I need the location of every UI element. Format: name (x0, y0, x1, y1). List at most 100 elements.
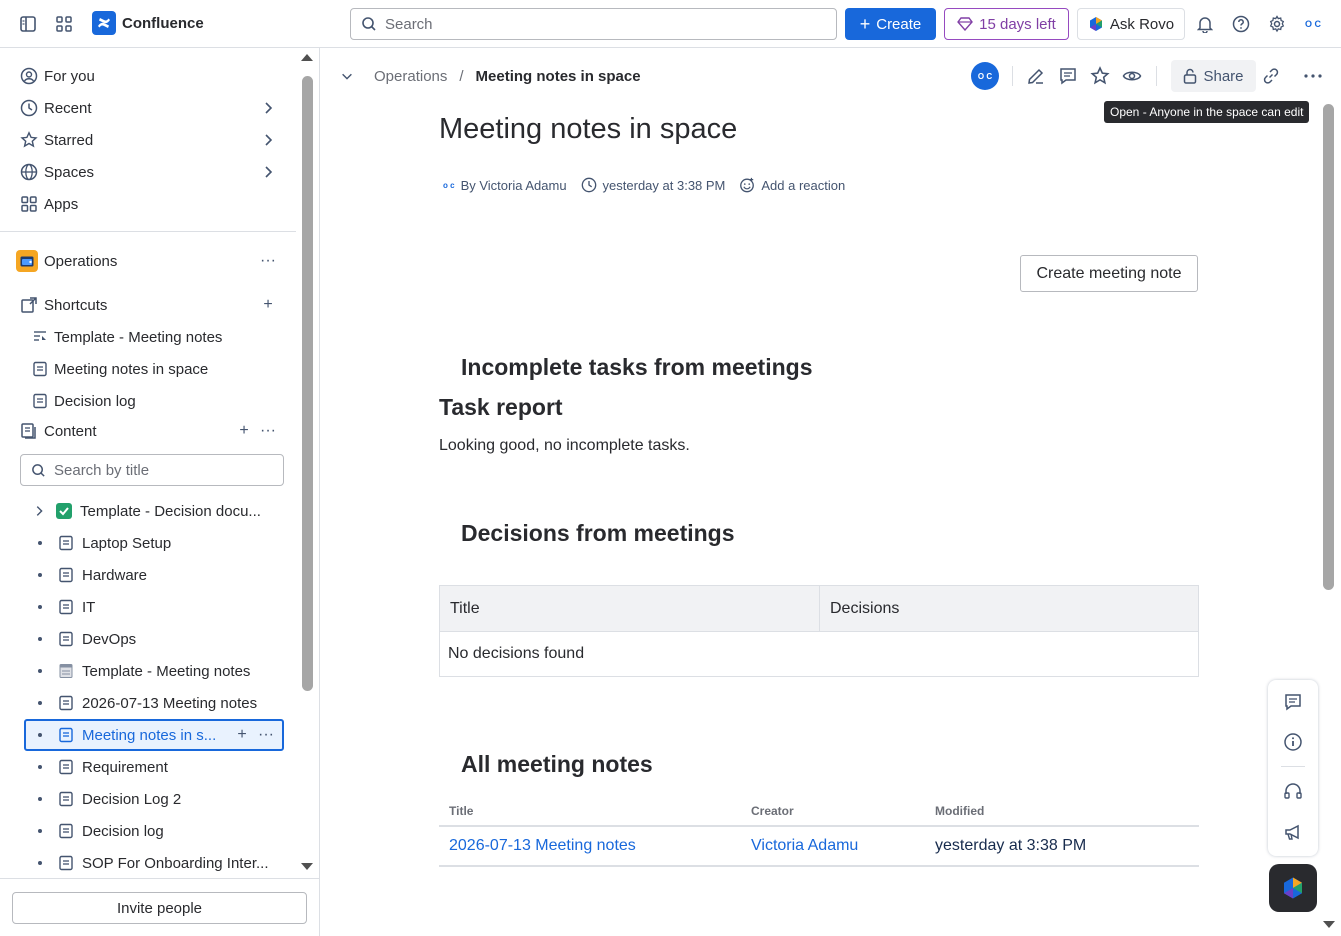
meeting-notes-table: Title Creator Modified 2026-07-13 Meetin… (439, 796, 1199, 867)
shortcut-item[interactable]: Decision log (32, 385, 282, 417)
tree-item-selected[interactable]: Meeting notes in s... + ··· (24, 719, 284, 751)
tree-item[interactable]: Template - Decision docu... (24, 495, 284, 527)
tree-item[interactable]: 2026-07-13 Meeting notes (24, 687, 284, 719)
notes-col-modified[interactable]: Modified (925, 796, 1199, 827)
breadcrumb: Operations / Meeting notes in space (340, 64, 641, 88)
content-label: Content (44, 422, 97, 440)
shortcuts-header[interactable]: Shortcuts (20, 289, 282, 321)
sidebar-item-recent[interactable]: Recent (20, 92, 282, 124)
author-name[interactable]: By Victoria Adamu (461, 178, 567, 193)
incomplete-tasks-heading: Incomplete tasks from meetings (461, 354, 813, 380)
notepad-emoji-icon (59, 664, 73, 678)
shortcut-item[interactable]: Template - Meeting notes (32, 321, 282, 353)
sidebar-item-starred[interactable]: Starred (20, 124, 282, 156)
add-shortcut-icon[interactable]: + (258, 295, 278, 315)
page-icon (59, 599, 73, 615)
chevron-down-icon[interactable] (340, 69, 354, 83)
confluence-logo[interactable]: Confluence (92, 11, 204, 35)
page-more-actions-icon[interactable]: ··· (256, 725, 276, 745)
add-content-icon[interactable]: + (234, 421, 254, 441)
main-scroll-thumb[interactable] (1323, 104, 1334, 590)
unlock-icon (1184, 68, 1197, 84)
note-creator-link[interactable]: Victoria Adamu (741, 826, 925, 867)
breadcrumb-space-link[interactable]: Operations (374, 68, 447, 85)
tree-item[interactable]: Laptop Setup (24, 527, 284, 559)
create-label: Create (876, 15, 922, 33)
sidebar-toggle-icon[interactable] (16, 12, 40, 36)
tree-item[interactable]: Requirement (24, 751, 284, 783)
diamond-icon (957, 17, 974, 31)
scroll-down-arrow-icon[interactable] (300, 862, 314, 872)
tree-item-label: 2026-07-13 Meeting notes (82, 694, 258, 712)
space-header-operations[interactable]: Operations (16, 245, 278, 277)
help-icon[interactable] (1229, 12, 1253, 36)
add-reaction-button[interactable]: Add a reaction (739, 177, 845, 193)
last-modified[interactable]: yesterday at 3:38 PM (603, 178, 726, 193)
star-icon[interactable] (1090, 66, 1110, 86)
global-search-input[interactable]: Search (350, 8, 837, 40)
comment-icon[interactable] (1058, 66, 1078, 86)
add-child-page-icon[interactable]: + (232, 725, 252, 745)
info-icon[interactable] (1283, 732, 1303, 752)
page-owner-avatar[interactable]: O C (971, 62, 999, 90)
trial-button[interactable]: 15 days left (944, 8, 1069, 40)
sidebar-item-for-you[interactable]: For you (20, 60, 282, 92)
tree-item[interactable]: Template - Meeting notes (24, 655, 284, 687)
page-icon (59, 855, 73, 871)
space-more-actions-icon[interactable]: ··· (258, 251, 278, 271)
page-icon (59, 535, 73, 551)
tree-search-input[interactable]: Search by title (20, 454, 284, 486)
scroll-up-arrow-icon[interactable] (300, 52, 314, 62)
comments-panel-icon[interactable] (1283, 692, 1303, 712)
invite-people-button[interactable]: Invite people (12, 892, 307, 924)
invite-label: Invite people (116, 899, 203, 917)
edit-pencil-icon[interactable] (1026, 66, 1046, 86)
create-button[interactable]: + Create (845, 8, 936, 40)
bullet-icon (38, 573, 42, 577)
content-more-actions-icon[interactable]: ··· (258, 421, 278, 441)
tree-item[interactable]: IT (24, 591, 284, 623)
tree-item[interactable]: DevOps (24, 623, 284, 655)
user-avatar[interactable]: O C (1301, 12, 1325, 36)
shortcut-item[interactable]: Meeting notes in space (32, 353, 282, 385)
tree-item[interactable]: SOP For Onboarding Inter... (24, 847, 284, 879)
breadcrumb-current-page[interactable]: Meeting notes in space (476, 68, 641, 85)
tree-item-label: IT (82, 598, 96, 616)
watch-eye-icon[interactable] (1122, 66, 1142, 86)
copy-link-icon[interactable] (1261, 66, 1281, 86)
sidebar-item-apps[interactable]: Apps (20, 188, 282, 220)
tree-item-label: Hardware (82, 566, 148, 584)
notifications-bell-icon[interactable] (1193, 12, 1217, 36)
ask-rovo-button[interactable]: Ask Rovo (1077, 8, 1185, 40)
main-scroll-down-arrow-icon[interactable] (1322, 920, 1336, 930)
settings-gear-icon[interactable] (1265, 12, 1289, 36)
feedback-megaphone-icon[interactable] (1283, 822, 1303, 842)
tree-item[interactable]: Decision Log 2 (24, 783, 284, 815)
space-name: Operations (44, 252, 118, 270)
sidebar-footer-divider (0, 878, 320, 879)
share-tooltip: Open - Anyone in the space can edit (1104, 101, 1310, 123)
space-avatar-icon (16, 250, 38, 272)
template-icon (34, 331, 46, 341)
sidebar-item-spaces[interactable]: Spaces (20, 156, 282, 188)
page-icon (59, 695, 73, 711)
rovo-chat-button[interactable] (1269, 864, 1317, 912)
bullet-icon (38, 701, 42, 705)
app-switcher-icon[interactable] (52, 12, 76, 36)
support-headset-icon[interactable] (1283, 782, 1303, 802)
tree-item[interactable]: Hardware (24, 559, 284, 591)
share-button[interactable]: Share (1171, 60, 1256, 92)
create-meeting-note-button[interactable]: Create meeting note (1020, 255, 1198, 292)
app-name: Confluence (122, 14, 204, 32)
notes-col-title[interactable]: Title (439, 796, 741, 827)
page-icon (33, 361, 47, 377)
more-actions-icon[interactable] (1303, 66, 1323, 86)
note-title-link[interactable]: 2026-07-13 Meeting notes (439, 826, 741, 867)
tree-item[interactable]: Decision log (24, 815, 284, 847)
sidebar-scroll-thumb[interactable] (302, 76, 313, 691)
rovo-icon (1089, 17, 1102, 31)
tree-item-label: Requirement (82, 758, 168, 776)
toolbar-divider (1012, 66, 1013, 86)
plus-icon: + (859, 14, 871, 34)
notes-col-creator[interactable]: Creator (741, 796, 925, 827)
